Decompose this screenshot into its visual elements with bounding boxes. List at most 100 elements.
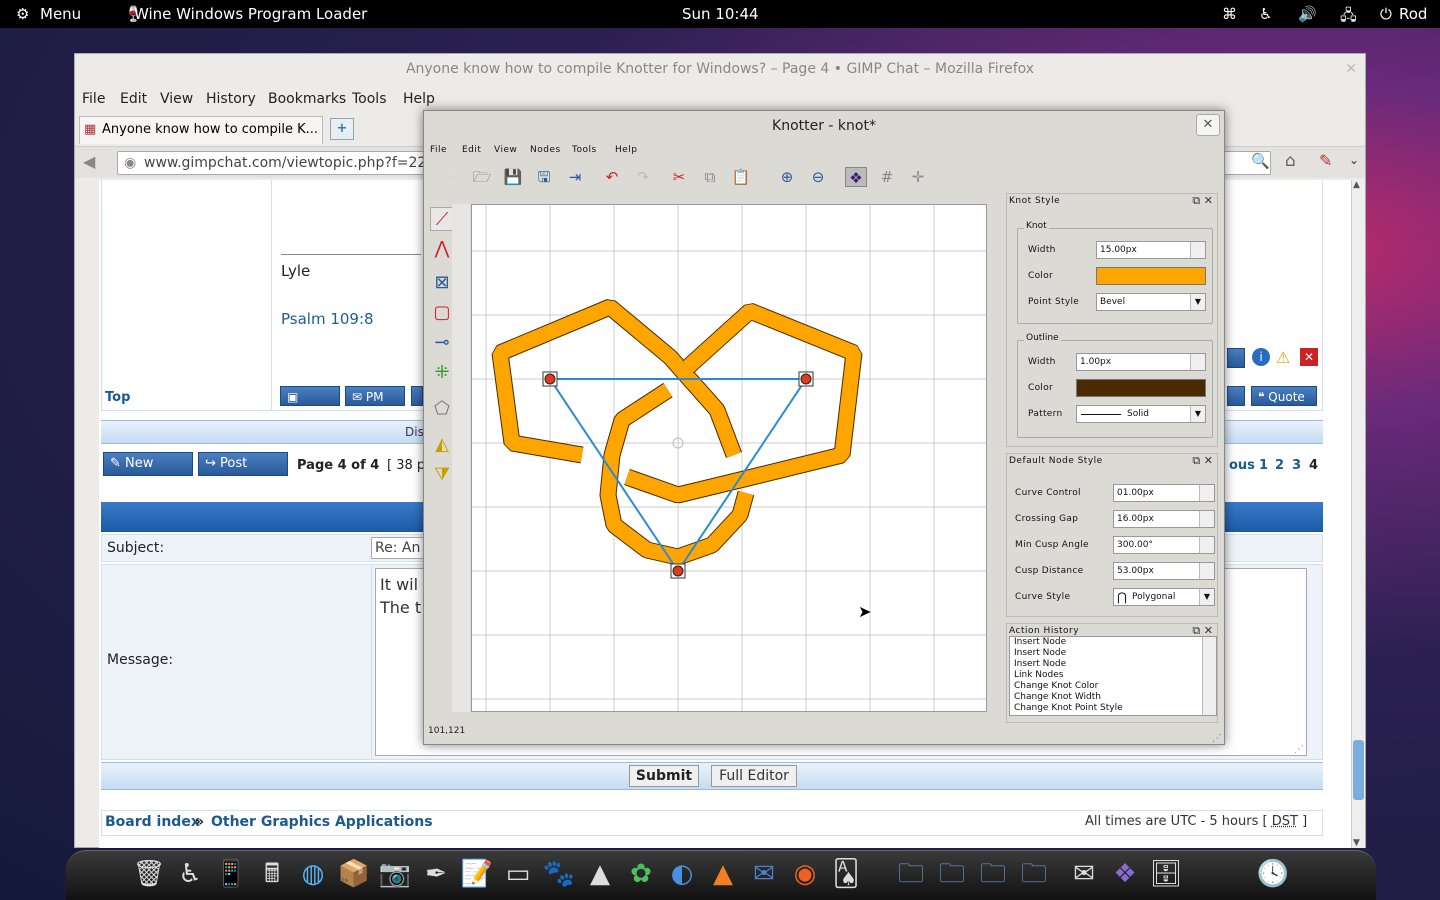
board-index-link[interactable]: Board index [105,814,200,830]
min-cusp-angle-spinbox[interactable]: 300.00° [1113,536,1215,554]
history-item[interactable]: Insert Node [1010,648,1216,659]
dock-float-close-icon[interactable]: ⧉ ✕ [1192,454,1213,468]
email-button[interactable] [411,386,423,406]
cards-game-icon[interactable]: 🂡 [829,857,863,891]
history-item[interactable]: Change Knot Color [1010,681,1216,692]
history-list[interactable]: Insert Node Insert Node Insert Node Link… [1009,636,1217,716]
rectangle-tool-icon[interactable]: ▢ [430,301,454,325]
delete-icon[interactable]: ✕ [1300,348,1318,366]
flip-horizontal-icon[interactable]: ◭ [430,433,454,457]
volume-icon[interactable]: 🔊 [1298,5,1317,23]
menu-bookmarks[interactable]: Bookmarks [268,91,346,107]
clock-icon[interactable]: 🕓 [1256,857,1290,891]
redo-icon[interactable]: ↷ [632,167,654,187]
cusp-distance-spinbox[interactable]: 53.00px [1113,562,1215,580]
pattern-select[interactable]: Solid [1076,405,1206,423]
knot-view-icon[interactable]: ❖ [845,167,867,187]
break-edge-icon[interactable]: ⊸ [430,331,454,355]
cut-icon[interactable]: ✂ [668,167,690,187]
knotter-app-icon[interactable]: ❖ [1108,857,1142,891]
subject-input[interactable]: Re: An [371,537,431,559]
folder-icon[interactable]: 🗀 [935,857,969,891]
copy-icon[interactable]: ⧉ [699,167,721,187]
save-as-icon[interactable]: 🖫 [533,167,555,187]
pm-button[interactable]: ✉ PM [345,386,405,406]
vlc-icon[interactable]: ▲ [706,857,740,891]
home-folder-icon[interactable]: 🗀 [894,857,928,891]
firefox-close-icon[interactable]: ✕ [1345,61,1357,77]
accessibility-dock-icon[interactable]: ♿ [173,857,207,891]
export-icon[interactable]: ⇥ [564,167,586,187]
curve-control-spinbox[interactable]: 01.00px [1113,484,1215,502]
command-icon[interactable]: ⌘ [1222,5,1237,23]
draw-app-icon[interactable]: ✿ [624,857,658,891]
panel-user[interactable]: Rod [1399,5,1427,23]
history-item[interactable]: Insert Node [1010,659,1216,670]
inkscape-icon[interactable]: ▲ [583,857,617,891]
resize-grip-icon[interactable]: ⋰ [1294,744,1304,755]
crosshair-icon[interactable]: ✛ [907,167,929,187]
knot-node[interactable] [672,565,684,577]
scroll-up-icon[interactable]: ▲ [1353,180,1360,190]
messenger-icon[interactable]: ◍ [296,857,330,891]
menu-edit[interactable]: Edit [120,91,147,107]
search-icon[interactable]: 🔍 [1251,152,1270,170]
home-icon[interactable]: ⌂ [1285,151,1296,171]
point-style-select[interactable]: Bevel [1096,293,1206,311]
outline-width-spinbox[interactable]: 1.00px [1076,353,1206,371]
knot-canvas[interactable] [471,204,987,712]
trash-icon[interactable]: 🗑 [132,857,166,891]
post-reply-button[interactable]: ↪ Post Reply [198,452,288,493]
knot-drawing[interactable] [472,205,986,711]
menu-help[interactable]: Help [403,91,435,107]
full-editor-button[interactable]: Full Editor [711,765,797,787]
accessibility-icon[interactable]: ♿ [1259,5,1272,23]
panel-app-label[interactable]: Wine Windows Program Loader [134,5,367,23]
panel-clock[interactable]: Sun 10:44 [682,5,759,23]
back-icon[interactable]: ◀ [83,152,95,171]
history-item[interactable]: Change Knot Width [1010,692,1216,703]
open-folder-icon[interactable]: 🗁 [471,167,493,187]
merge-nodes-icon[interactable]: ⁜ [430,361,454,385]
firefox-icon[interactable]: ◉ [788,857,822,891]
history-item[interactable]: Insert Node [1010,637,1216,648]
menu-view[interactable]: View [160,91,193,107]
knot-node[interactable] [544,373,556,385]
info-icon[interactable]: i [1252,348,1270,366]
knot-color-button[interactable] [1096,267,1206,285]
profile-button[interactable]: ▣ Profile [280,386,340,424]
menu-tools[interactable]: Tools [352,91,387,107]
knot-node[interactable] [800,373,812,385]
save-icon[interactable]: 💾 [502,167,524,187]
phone-icon[interactable]: 📱 [214,857,248,891]
flip-vertical-icon[interactable]: ⧩ [430,463,454,487]
kn-menu-file[interactable]: File [430,145,447,155]
dock-float-close-icon[interactable]: ⧉ ✕ [1192,194,1213,208]
window-resize-grip-icon[interactable]: ⋰ [1212,733,1222,744]
disk-utility-icon[interactable]: ◐ [665,857,699,891]
new-tab-button[interactable]: + [330,118,354,140]
new-file-icon[interactable]: 🗋 [440,167,462,187]
mail-icon[interactable]: ✉ [1067,857,1101,891]
zoom-out-icon[interactable]: ⊖ [807,167,829,187]
gimp-icon[interactable]: 🐾 [542,857,576,891]
kn-menu-edit[interactable]: Edit [462,145,481,155]
paste-icon[interactable]: 📋 [730,167,752,187]
folder-icon[interactable]: 🗀 [1017,857,1051,891]
polygon-tool-icon[interactable]: ⬠ [430,397,454,421]
submit-button[interactable]: Submit [629,765,699,787]
panel-menu-label[interactable]: Menu [40,5,81,23]
text-editor-icon[interactable]: 📝 [460,857,494,891]
power-icon[interactable]: ⏻ [1380,5,1392,23]
knot-width-spinbox[interactable]: 15.00px [1096,241,1206,259]
breadcrumb-section-link[interactable]: Other Graphics Applications [211,814,433,830]
calculator-icon[interactable]: 🖩 [255,857,289,891]
kn-menu-tools[interactable]: Tools [572,145,597,155]
select-box-icon[interactable]: ⊠ [430,271,454,295]
undo-icon[interactable]: ↶ [601,167,623,187]
scroll-thumb[interactable] [1353,740,1364,800]
menu-history[interactable]: History [206,91,256,107]
menu-icon[interactable]: ⚙ [16,5,29,23]
history-scrollbar[interactable] [1202,637,1216,715]
folder-icon[interactable]: 🗀 [976,857,1010,891]
